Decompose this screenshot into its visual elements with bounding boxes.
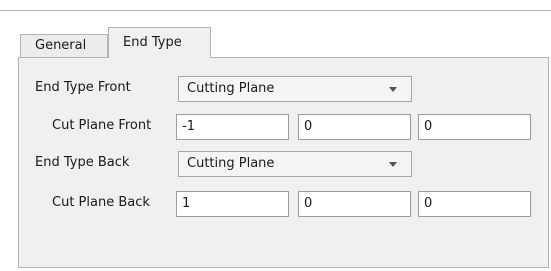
cut-plane-back-label: Cut Plane Back [52,195,150,210]
end-type-back-dropdown[interactable]: Cutting Plane [178,151,412,177]
tab-end-type[interactable]: End Type [108,27,211,58]
end-type-back-label: End Type Back [35,155,130,170]
cut-plane-back-z-input[interactable]: 0 [418,191,531,217]
end-type-front-value: Cutting Plane [187,81,275,96]
chevron-down-icon [389,162,397,167]
end-type-front-dropdown[interactable]: Cutting Plane [178,76,412,102]
cut-plane-back-x-input[interactable]: 1 [176,191,289,217]
end-type-front-label: End Type Front [35,80,131,95]
cut-plane-front-label: Cut Plane Front [52,118,152,133]
end-type-back-value: Cutting Plane [187,156,275,171]
cut-plane-front-z-input[interactable]: 0 [418,114,531,140]
chevron-down-icon [389,87,397,92]
cut-plane-front-y-input[interactable]: 0 [298,114,411,140]
tab-general[interactable]: General [20,34,108,58]
cut-plane-front-x-input[interactable]: -1 [176,114,289,140]
window-separator [0,10,551,11]
cut-plane-back-y-input[interactable]: 0 [298,191,411,217]
